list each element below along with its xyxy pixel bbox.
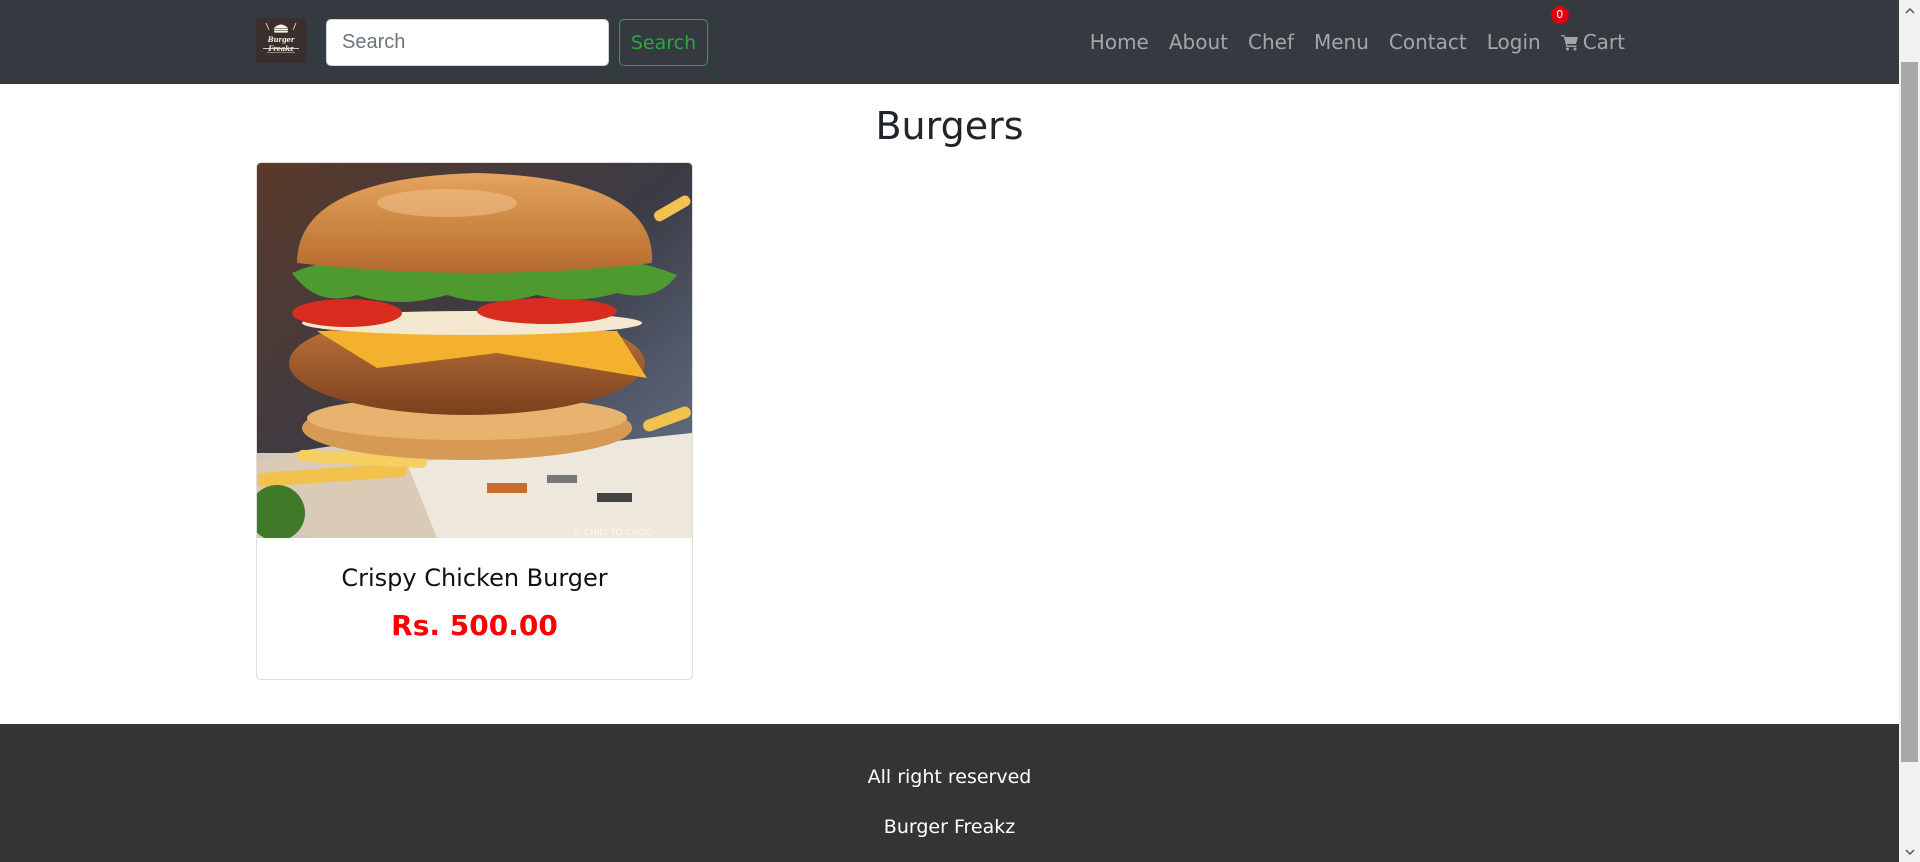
- brand-logo-text: Burger Freakz: [267, 35, 295, 53]
- search-input[interactable]: [326, 19, 609, 66]
- brand-logo[interactable]: Burger Freakz: [256, 18, 306, 63]
- nav-link-contact[interactable]: Contact: [1379, 30, 1477, 54]
- nav-link-chef[interactable]: Chef: [1238, 30, 1304, 54]
- nav-link-cart[interactable]: 0 Cart: [1550, 6, 1635, 54]
- footer-brand: Burger Freakz: [883, 816, 1016, 838]
- nav-link-menu[interactable]: Menu: [1304, 30, 1379, 54]
- footer: All right reserved Burger Freakz: [0, 724, 1899, 862]
- cart-label: Cart: [1582, 30, 1625, 54]
- page-title: Burgers: [875, 104, 1024, 148]
- scrollbar-thumb[interactable]: [1901, 62, 1918, 762]
- nav-links: Home About Chef Menu Contact Login 0 Car…: [1080, 0, 1635, 84]
- search-button[interactable]: Search: [619, 19, 708, 66]
- footer-copyright: All right reserved: [867, 766, 1032, 788]
- scroll-down-icon[interactable]: [1899, 842, 1920, 862]
- nav-link-home[interactable]: Home: [1080, 30, 1159, 54]
- nav-link-login[interactable]: Login: [1477, 30, 1551, 54]
- vertical-scrollbar[interactable]: [1899, 0, 1920, 862]
- cart-icon: [1560, 34, 1579, 51]
- product-price: Rs. 500.00: [391, 609, 558, 642]
- svg-text:© CHILI TO CHOC: © CHILI TO CHOC: [572, 528, 652, 538]
- burger-photo-icon[interactable]: © CHILI TO CHOC: [257, 163, 692, 538]
- scroll-up-icon[interactable]: [1899, 0, 1920, 20]
- product-card[interactable]: © CHILI TO CHOC Crispy Chicken Burger Rs…: [256, 162, 693, 680]
- navbar: Burger Freakz Search Home About Chef Men…: [0, 0, 1899, 84]
- nav-link-about[interactable]: About: [1159, 30, 1238, 54]
- product-name[interactable]: Crispy Chicken Burger: [257, 564, 692, 592]
- cart-count-badge: 0: [1550, 6, 1569, 24]
